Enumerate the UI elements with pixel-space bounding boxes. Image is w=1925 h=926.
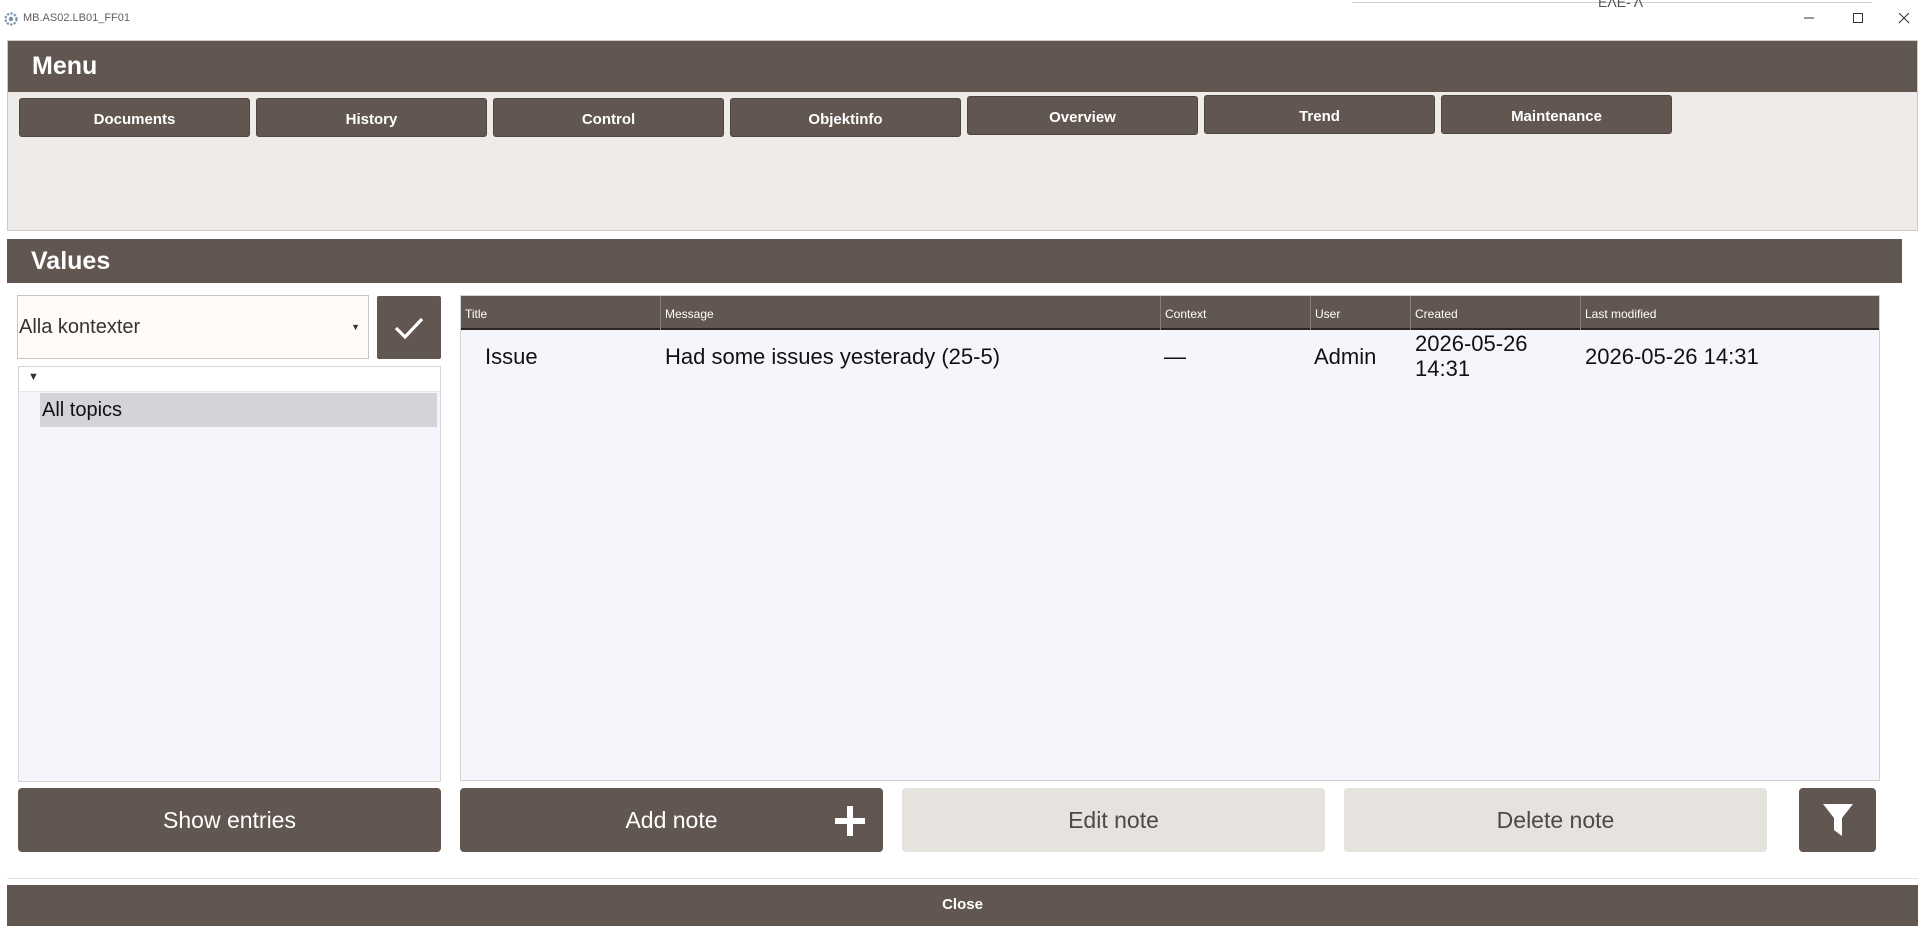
column-header-created[interactable]: Created — [1411, 296, 1581, 330]
column-header-last-modified[interactable]: Last modified — [1581, 296, 1879, 330]
edit-note-label: Edit note — [1068, 807, 1159, 833]
objektinfo-button[interactable]: Objektinfo — [730, 98, 961, 137]
context-select[interactable]: Alla kontexter ▼ — [17, 295, 369, 359]
cell-created-time: 14:31 — [1415, 356, 1471, 381]
chevron-down-icon: ▼ — [351, 322, 360, 332]
background-window-text: ΕΛΕ- Λ — [1598, 0, 1644, 10]
table-header: Title Message Context User Created Last … — [461, 296, 1879, 330]
close-icon[interactable] — [1889, 8, 1919, 28]
values-header: Values — [7, 239, 1902, 283]
history-button[interactable]: History — [256, 98, 487, 137]
notes-table[interactable]: Title Message Context User Created Last … — [460, 295, 1880, 781]
control-button[interactable]: Control — [493, 98, 724, 137]
documents-button[interactable]: Documents — [19, 98, 250, 137]
show-entries-button[interactable]: Show entries — [18, 788, 441, 852]
column-header-user[interactable]: User — [1311, 296, 1411, 330]
tree-item-all-topics[interactable]: All topics — [40, 393, 437, 427]
cell-title: Issue — [485, 344, 538, 369]
chevron-down-icon[interactable]: ▼ — [28, 371, 39, 383]
filter-icon — [1822, 804, 1853, 836]
minimize-icon[interactable] — [1794, 8, 1824, 28]
cell-user: Admin — [1314, 344, 1377, 369]
delete-note-label: Delete note — [1496, 807, 1615, 833]
cell-message: Had some issues yesterady (25-5) — [665, 344, 1001, 369]
filter-button[interactable] — [1799, 788, 1876, 852]
cell-context: — — [1164, 344, 1186, 369]
cell-created-date: 2026-05-26 — [1415, 331, 1528, 356]
column-header-title[interactable]: Title — [461, 296, 661, 330]
divider — [7, 878, 1918, 879]
apply-context-button[interactable] — [377, 296, 441, 359]
topic-tree[interactable]: ▼ All topics — [18, 366, 441, 782]
window-title: MB.AS02.LB01_FF01 — [23, 12, 131, 24]
add-note-label: Add note — [625, 807, 718, 833]
trend-button[interactable]: Trend — [1204, 95, 1435, 134]
menu-header: Menu — [8, 41, 1917, 92]
cell-last-modified: 2026-05-26 14:31 — [1585, 344, 1759, 369]
plus-icon — [835, 806, 865, 836]
column-header-context[interactable]: Context — [1161, 296, 1311, 330]
show-entries-label: Show entries — [163, 807, 296, 833]
gear-icon — [4, 12, 18, 26]
maximize-icon[interactable] — [1843, 8, 1873, 28]
delete-note-button[interactable]: Delete note — [1344, 788, 1767, 852]
checkmark-icon — [394, 317, 424, 339]
maintenance-button[interactable]: Maintenance — [1441, 95, 1672, 134]
column-header-message[interactable]: Message — [661, 296, 1161, 330]
close-button[interactable]: Close — [7, 885, 1918, 926]
overview-button[interactable]: Overview — [967, 96, 1198, 135]
add-note-button[interactable]: Add note — [460, 788, 883, 852]
tree-root[interactable]: ▼ — [19, 367, 440, 392]
window-titlebar: ΕΛΕ- Λ MB.AS02.LB01_FF01 — [0, 0, 1925, 36]
edit-note-button[interactable]: Edit note — [902, 788, 1325, 852]
context-select-value: Alla kontexter — [19, 316, 141, 338]
